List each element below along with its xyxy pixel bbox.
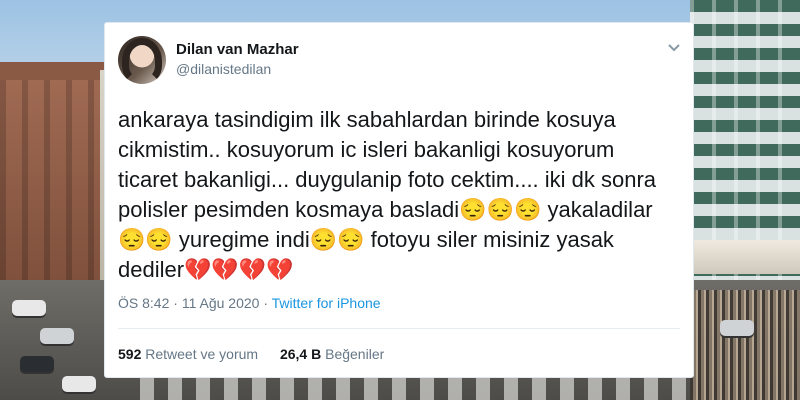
- tweet-text: ankaraya tasindigim ilk sabahlardan biri…: [118, 107, 657, 282]
- car: [62, 376, 96, 392]
- meta-separator: ·: [259, 295, 272, 311]
- car: [720, 320, 754, 336]
- retweets-stat[interactable]: 592 Retweet ve yorum: [118, 346, 258, 362]
- chevron-down-icon[interactable]: [667, 41, 681, 53]
- car: [40, 328, 74, 344]
- likes-label: Beğeniler: [325, 346, 385, 362]
- divider: [118, 328, 680, 329]
- display-name[interactable]: Dilan van Mazhar: [176, 41, 299, 58]
- avatar[interactable]: [118, 36, 166, 84]
- tweet-time[interactable]: ÖS 8:42: [118, 295, 169, 311]
- car: [20, 356, 54, 372]
- awning: [690, 240, 800, 274]
- tweet-source-link[interactable]: Twitter for iPhone: [272, 295, 381, 311]
- retweets-count: 592: [118, 346, 142, 362]
- car: [12, 300, 46, 316]
- chevron-down-icon: [668, 44, 680, 52]
- tweet-meta: ÖS 8:42 · 11 Ağu 2020 · Twitter for iPho…: [118, 295, 381, 311]
- likes-stat[interactable]: 26,4 B Beğeniler: [280, 346, 384, 362]
- likes-count: 26,4 B: [279, 346, 322, 362]
- tweet-card: Dilan van Mazhar @dilanistedilan ankaray…: [104, 22, 694, 378]
- tweet-date[interactable]: 11 Ağu 2020: [182, 295, 260, 311]
- left-building: [0, 80, 110, 310]
- username-handle[interactable]: @dilanistedilan: [176, 61, 271, 77]
- meta-separator: ·: [169, 295, 182, 311]
- avatar-hair: [122, 38, 162, 84]
- retweets-label: Retweet ve yorum: [145, 346, 259, 362]
- tweet-stats: 592 Retweet ve yorum 26,4 B Beğeniler: [118, 346, 402, 362]
- crowd: [690, 290, 800, 400]
